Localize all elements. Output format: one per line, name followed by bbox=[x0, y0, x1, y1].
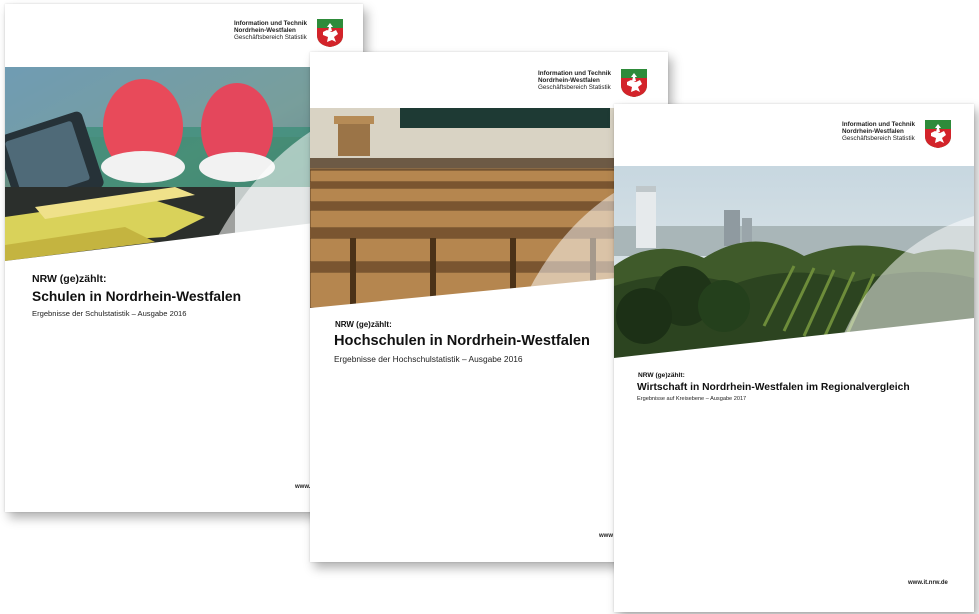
publisher-line1: Information und Technik bbox=[234, 20, 307, 27]
nrw-crest-logo bbox=[621, 69, 647, 97]
cover-subtitle: Ergebnisse der Hochschulstatistik – Ausg… bbox=[334, 354, 523, 364]
cover-subtitle: Ergebnisse der Schulstatistik – Ausgabe … bbox=[32, 309, 187, 318]
cover-kicker: NRW (ge)zählt: bbox=[32, 273, 107, 285]
cover-url: www.it.nrw.de bbox=[908, 580, 948, 586]
publisher-block: Information und Technik Nordrhein-Westfa… bbox=[538, 70, 611, 92]
publisher-line2: Nordrhein-Westfalen bbox=[842, 128, 904, 136]
cover-title: Hochschulen in Nordrhein-Westfalen bbox=[334, 333, 590, 349]
publisher-line2: Nordrhein-Westfalen bbox=[234, 27, 296, 35]
publisher-line1: Information und Technik bbox=[538, 70, 611, 77]
cover-subtitle: Ergebnisse auf Kreisebene – Ausgabe 2017 bbox=[637, 396, 747, 402]
publisher-block: Information und Technik Nordrhein-Westfa… bbox=[842, 121, 915, 143]
cover-kicker: NRW (ge)zählt: bbox=[335, 320, 392, 329]
publisher-line3: Geschäftsbereich Statistik bbox=[538, 84, 611, 92]
cover-wirtschaft: Information und Technik Nordrhein-Westfa… bbox=[614, 104, 974, 612]
publisher-line2: Nordrhein-Westfalen bbox=[538, 77, 600, 85]
nrw-crest-logo bbox=[925, 120, 951, 148]
publisher-line3: Geschäftsbereich Statistik bbox=[234, 34, 307, 42]
cover-url: www. bbox=[295, 484, 311, 490]
cover-title: Wirtschaft in Nordrhein-Westfalen im Reg… bbox=[637, 382, 910, 393]
publisher-line3: Geschäftsbereich Statistik bbox=[842, 135, 915, 143]
cover-kicker: NRW (ge)zählt: bbox=[638, 372, 685, 379]
cover-title: Schulen in Nordrhein-Westfalen bbox=[32, 289, 242, 304]
cover-url: www bbox=[599, 533, 614, 539]
nrw-crest-logo bbox=[317, 19, 343, 47]
publisher-line1: Information und Technik bbox=[842, 121, 915, 128]
cover-photo-landscape bbox=[614, 166, 974, 358]
publisher-block: Information und Technik Nordrhein-Westfa… bbox=[234, 20, 307, 42]
